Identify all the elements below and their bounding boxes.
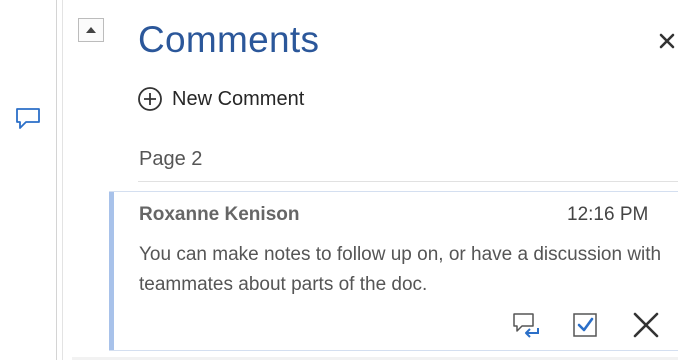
checkbox-icon: [573, 313, 597, 337]
circle-plus-icon: [138, 87, 162, 111]
comment-author: Roxanne Kenison: [139, 204, 300, 225]
new-comment-button[interactable]: New Comment: [136, 84, 304, 114]
triangle-up-icon: [86, 27, 96, 33]
speech-bubble-icon[interactable]: [14, 106, 42, 132]
comment-time: 12:16 PM: [567, 204, 649, 225]
scroll-up-button[interactable]: [78, 18, 104, 42]
x-icon: [633, 312, 659, 338]
delete-button[interactable]: [631, 311, 661, 339]
pane-divider: [62, 0, 63, 360]
page-divider: [138, 181, 678, 182]
reply-button[interactable]: [511, 311, 541, 339]
comment-card[interactable]: Roxanne Kenison 12:16 PM You can make no…: [109, 191, 678, 351]
reply-icon: [513, 313, 539, 338]
new-comment-label: New Comment: [172, 87, 305, 110]
close-pane-button[interactable]: [656, 30, 678, 52]
document-edge: [56, 0, 57, 360]
comment-text: You can make notes to follow up on, or h…: [139, 244, 662, 295]
document-margin: [0, 0, 60, 360]
page-group-label: Page 2: [139, 148, 203, 170]
resolve-button[interactable]: [571, 311, 601, 339]
close-x-icon: [659, 33, 675, 49]
pane-title: Comments: [138, 19, 320, 60]
comment-accent-bar: [109, 192, 114, 350]
